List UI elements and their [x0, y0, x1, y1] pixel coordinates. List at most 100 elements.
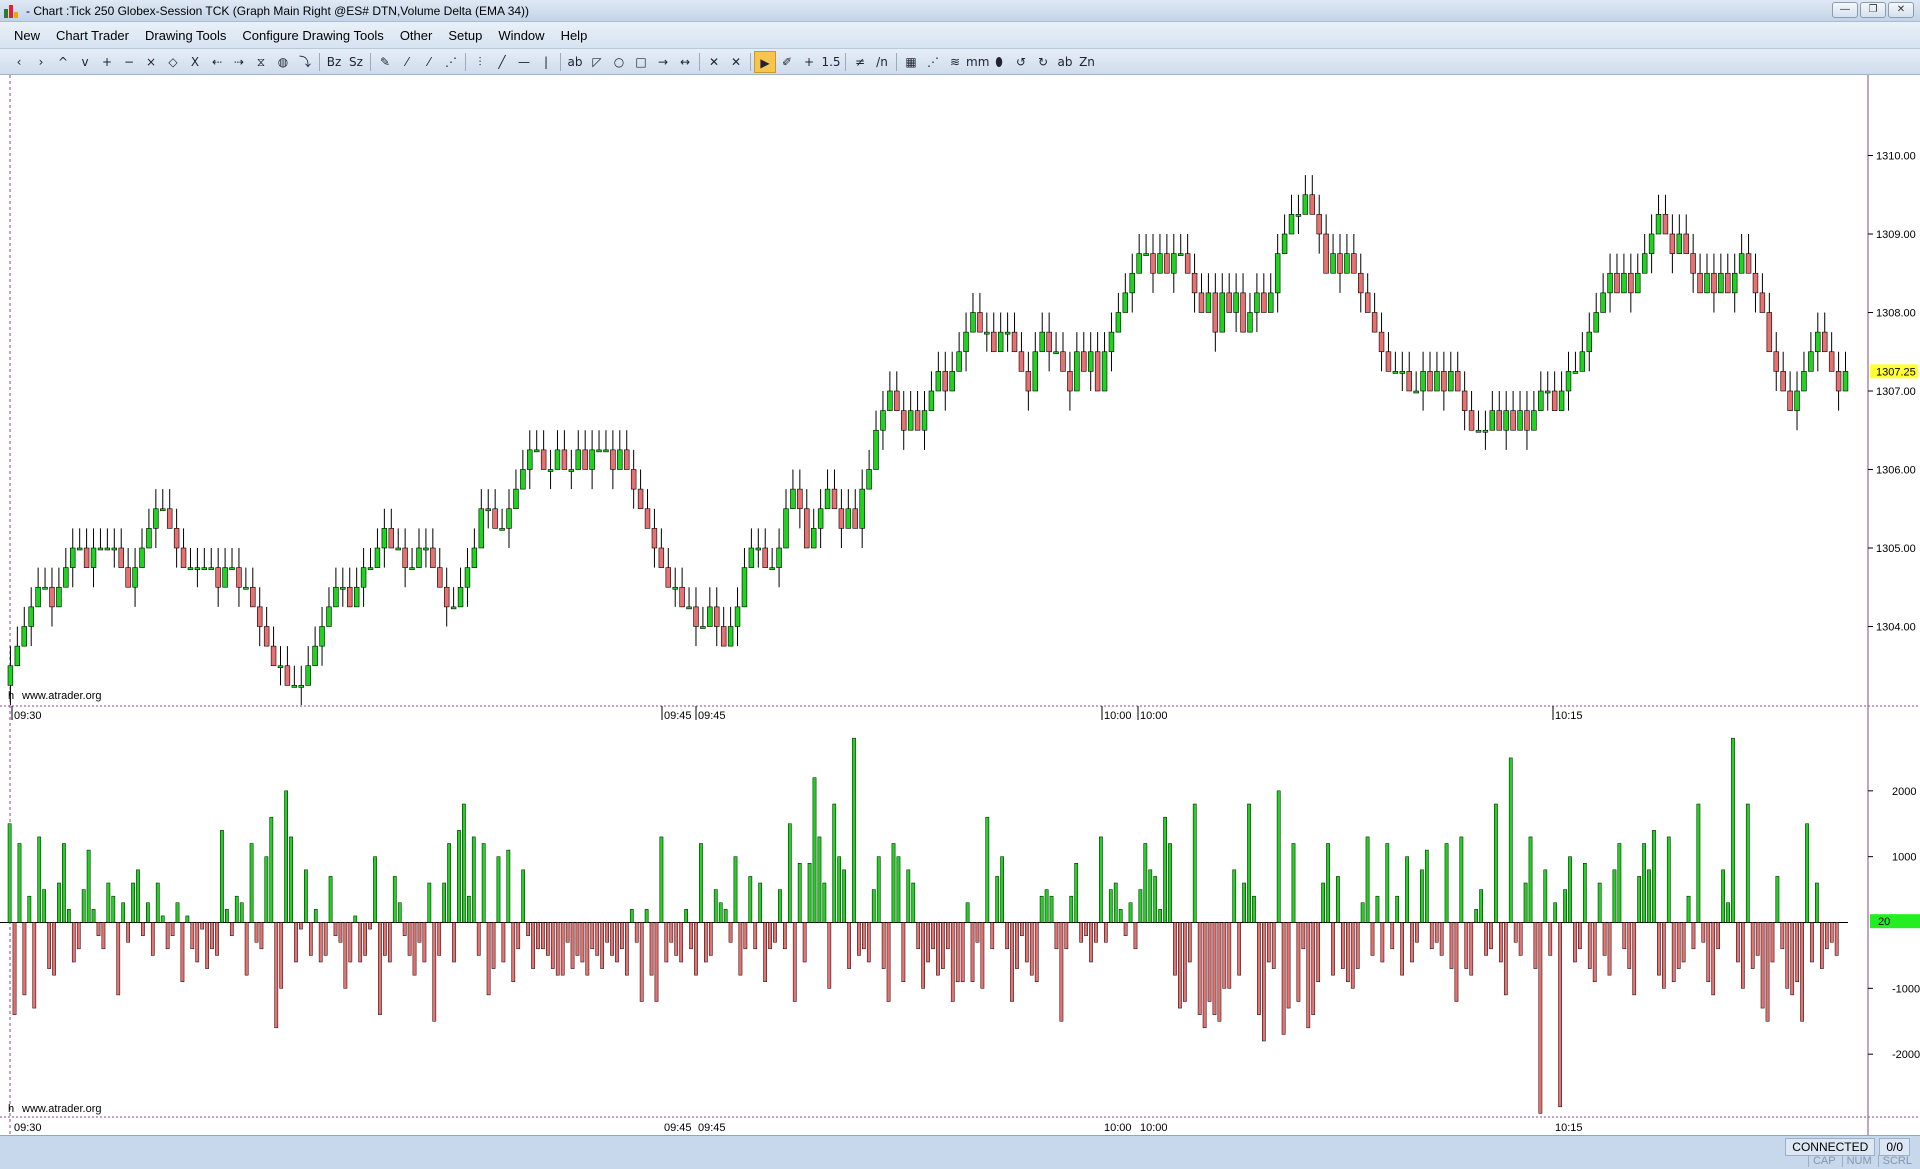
candle-body	[312, 645, 318, 667]
toolbar-tool-8-icon[interactable]: X	[184, 51, 206, 73]
toolbar-tool-3-icon[interactable]: v	[74, 51, 96, 73]
delta-bar	[610, 922, 614, 956]
toolbar-tool-33-icon[interactable]: ✐	[776, 51, 798, 73]
delta-bar	[1084, 922, 1088, 936]
candle-body	[1025, 371, 1032, 392]
menu-chart-trader[interactable]: Chart Trader	[48, 28, 137, 43]
toolbar-tool-12-icon[interactable]: ◍	[272, 51, 294, 73]
delta-bar	[1464, 922, 1469, 969]
toolbar-tool-46-icon[interactable]: Zn	[1076, 51, 1098, 73]
toolbar-separator	[845, 52, 846, 71]
toolbar-tool-20-icon[interactable]: ⫶	[469, 51, 491, 73]
menu-bar: New Chart Trader Drawing Tools Configure…	[0, 22, 1920, 49]
delta-bar	[1301, 922, 1306, 950]
toolbar-tool-27-icon[interactable]: □	[630, 51, 652, 73]
candle-body	[1323, 233, 1329, 274]
toolbar-tool-22-icon[interactable]: —	[513, 51, 535, 73]
toolbar-separator	[370, 52, 371, 71]
minimize-button[interactable]: —	[1832, 2, 1858, 18]
toolbar-tool-16-icon[interactable]: ✎	[374, 51, 396, 73]
candle-body	[464, 567, 471, 588]
delta-bar	[348, 922, 353, 963]
delta-bar	[931, 922, 935, 950]
candle-body	[1184, 253, 1191, 274]
close-button[interactable]: ✕	[1888, 2, 1914, 18]
delta-bar	[1558, 922, 1562, 1108]
toolbar-tool-45-icon[interactable]: ab	[1054, 51, 1076, 73]
toolbar-tool-15-icon[interactable]: Sz	[345, 51, 367, 73]
toolbar-tool-2-icon[interactable]: ^	[52, 51, 74, 73]
delta-bar	[1716, 922, 1721, 950]
menu-configure-drawing-tools[interactable]: Configure Drawing Tools	[234, 28, 391, 43]
toolbar-tool-11-icon[interactable]: ⧖	[250, 51, 272, 73]
candle-body	[270, 645, 277, 667]
toolbar-tool-30-icon[interactable]: ✕	[703, 51, 725, 73]
toolbar-tool-6-icon[interactable]: ×	[140, 51, 162, 73]
toolbar-tool-34-icon[interactable]: +	[798, 51, 820, 73]
toolbar-separator	[319, 52, 320, 71]
toolbar-tool-44-icon[interactable]: ↻	[1032, 51, 1054, 73]
candle-body	[201, 567, 208, 570]
toolbar-tool-35-icon[interactable]: 1.5	[820, 51, 842, 73]
toolbar-tool-19-icon[interactable]: ⋰	[440, 51, 462, 73]
toolbar-tool-24-icon[interactable]: ab	[564, 51, 586, 73]
delta-bar	[1370, 922, 1375, 956]
toolbar-tool-43-icon[interactable]: ↺	[1010, 51, 1032, 73]
menu-new[interactable]: New	[6, 28, 48, 43]
toolbar-tool-32-icon[interactable]: ▶	[754, 50, 776, 73]
toolbar-tool-40-icon[interactable]: ≋	[944, 51, 966, 73]
delta-bar	[615, 922, 619, 963]
delta-bar	[773, 922, 777, 943]
delta-bar	[491, 922, 496, 969]
toolbar-tool-7-icon[interactable]: ◇	[162, 51, 184, 73]
toolbar-tool-10-icon[interactable]: ⇢	[228, 51, 250, 73]
toolbar-tool-0-icon[interactable]: ‹	[8, 51, 30, 73]
toolbar-tool-14-icon[interactable]: Bz	[323, 51, 345, 73]
candle-body	[1413, 390, 1419, 394]
toolbar-tool-41-icon[interactable]: mm	[966, 51, 989, 73]
toolbar-tool-39-icon[interactable]: ⋰	[922, 51, 944, 73]
price-axis-label: 1307.00	[1876, 386, 1916, 398]
delta-bar	[847, 922, 851, 969]
toolbar-tool-25-icon[interactable]: ◸	[586, 51, 608, 73]
candle-body	[547, 469, 554, 472]
candle-body	[1621, 272, 1627, 294]
toolbar-tool-31-icon[interactable]: ✕	[725, 51, 747, 73]
toolbar-tool-5-icon[interactable]: −	[118, 51, 140, 73]
menu-other[interactable]: Other	[392, 28, 441, 43]
toolbar-tool-37-icon[interactable]: /n	[871, 51, 893, 73]
delta-bar	[832, 803, 837, 923]
delta-bar	[91, 909, 96, 923]
toolbar-tool-17-icon[interactable]: ⁄	[396, 51, 418, 73]
toolbar-tool-38-icon[interactable]: ▦	[900, 51, 922, 73]
menu-help[interactable]: Help	[553, 28, 596, 43]
toolbar-tool-36-icon[interactable]: ≠	[849, 51, 871, 73]
toolbar-tool-21-icon[interactable]: ╱	[491, 51, 513, 73]
menu-setup[interactable]: Setup	[440, 28, 490, 43]
delta-bar	[950, 922, 955, 1002]
delta-bar	[629, 909, 634, 923]
delta-bar	[654, 922, 659, 1002]
toolbar-tool-28-icon[interactable]: →	[652, 51, 674, 73]
toolbar-tool-4-icon[interactable]: +	[96, 51, 118, 73]
menu-window[interactable]: Window	[490, 28, 552, 43]
delta-axis-label: 1000	[1892, 852, 1916, 864]
toolbar-tool-42-icon[interactable]: ⬮	[988, 51, 1010, 73]
toolbar-tool-13-icon[interactable]: ⤵	[294, 51, 316, 73]
menu-drawing-tools[interactable]: Drawing Tools	[137, 28, 234, 43]
chart-canvas[interactable]: 1310.00 1309.00 1308.00 1307.00 1306.00 1305.…	[0, 75, 1920, 1135]
delta-bar	[1528, 836, 1533, 923]
candle-body	[651, 528, 658, 549]
chart-area[interactable]: 1310.00 1309.00 1308.00 1307.00 1306.00 1305.…	[0, 75, 1920, 1135]
toolbar-tool-1-icon[interactable]: ›	[30, 51, 52, 73]
maximize-button[interactable]: ❐	[1860, 2, 1886, 18]
delta-bar	[674, 922, 679, 956]
candle-body	[866, 469, 872, 490]
toolbar-tool-29-icon[interactable]: ↔	[674, 51, 696, 73]
toolbar-tool-18-icon[interactable]: ⁄	[418, 51, 440, 73]
toolbar-tool-23-icon[interactable]: |	[535, 51, 557, 73]
toolbar-tool-26-icon[interactable]: ○	[608, 51, 630, 73]
delta-bar	[471, 836, 476, 923]
toolbar-tool-9-icon[interactable]: ⇠	[206, 51, 228, 73]
delta-bar	[644, 909, 649, 923]
